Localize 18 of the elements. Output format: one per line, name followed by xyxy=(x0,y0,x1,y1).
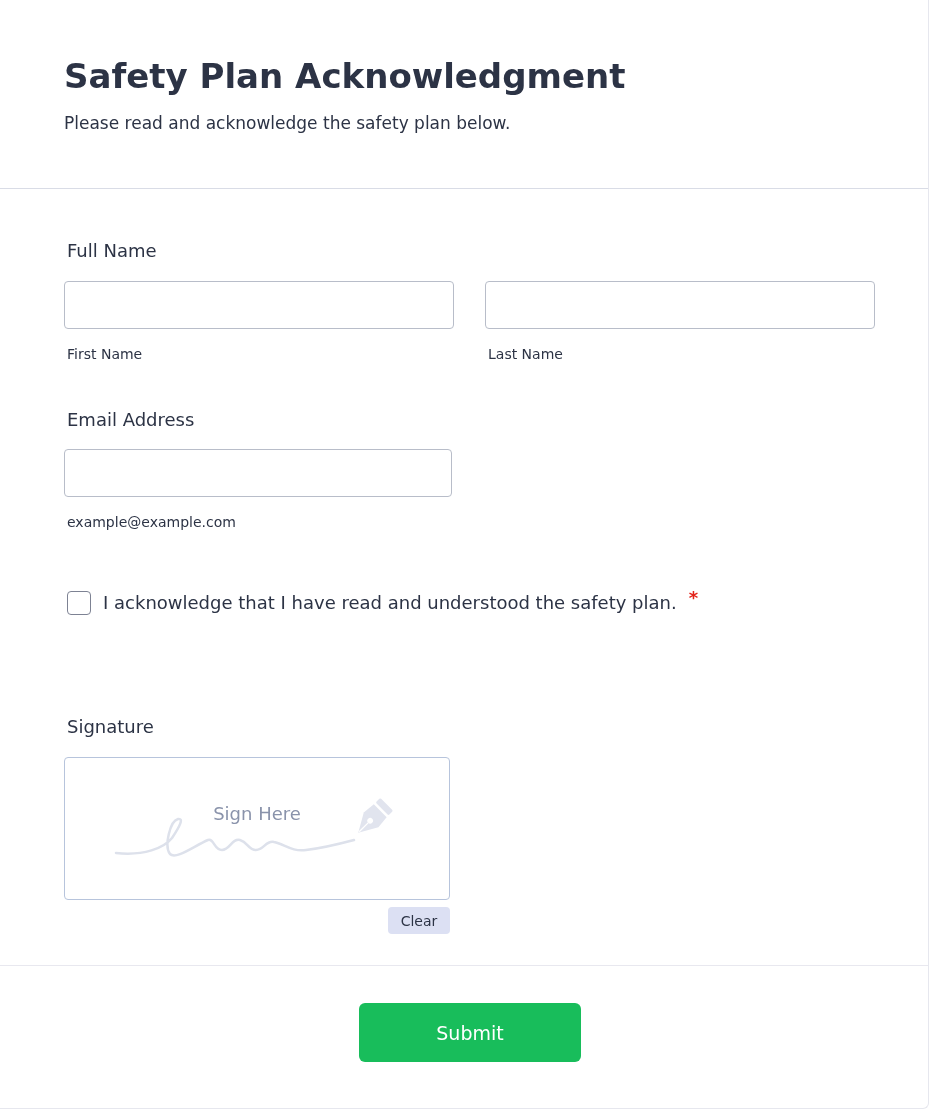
field-label: Signature xyxy=(67,715,154,739)
sign-here-placeholder: Sign Here xyxy=(213,803,301,825)
field-label: Email Address xyxy=(67,408,195,432)
field-label: Full Name xyxy=(67,239,157,263)
required-asterisk: * xyxy=(688,589,699,607)
clear-button[interactable]: Clear xyxy=(388,907,450,934)
field-sublabel: Last Name xyxy=(488,345,563,363)
signature-pad[interactable]: Sign Here xyxy=(64,757,450,900)
name-input[interactable] xyxy=(485,281,875,329)
name-input[interactable] xyxy=(64,281,454,329)
form-subtitle: Please read and acknowledge the safety plan below. xyxy=(64,112,511,135)
email-input[interactable] xyxy=(64,449,452,497)
field-sublabel: example@example.com xyxy=(67,513,236,531)
checkbox[interactable] xyxy=(67,591,91,615)
form-title: Safety Plan Acknowledgment xyxy=(64,55,626,98)
field-sublabel: First Name xyxy=(67,345,143,363)
acknowledgment-label: I acknowledge that I have read and understood the safety plan. xyxy=(103,591,677,615)
submit-button[interactable]: Submit xyxy=(359,1003,581,1062)
